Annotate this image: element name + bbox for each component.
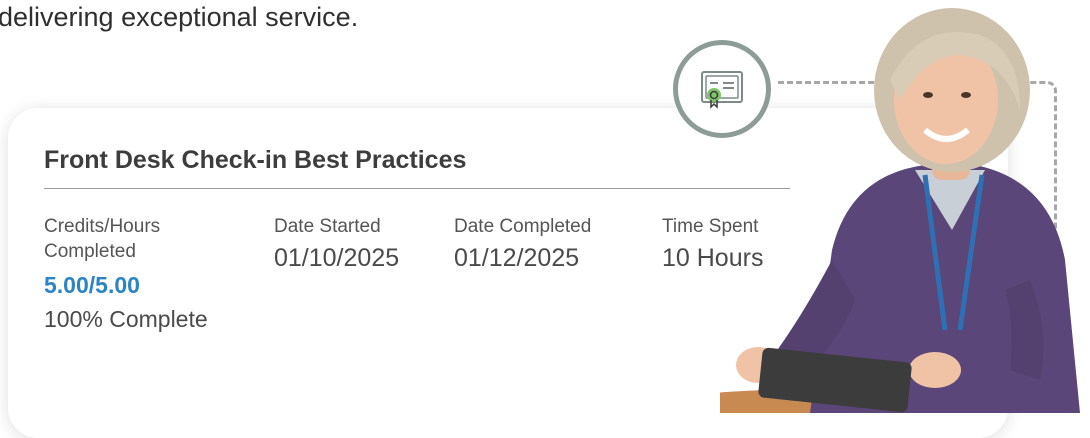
divider	[44, 188, 790, 189]
intro-text: delivering exceptional service.	[0, 2, 359, 32]
date-completed-label: Date Completed	[454, 216, 592, 237]
percent-complete: 100% Complete	[44, 306, 208, 332]
credits-stat: Credits/Hours Completed 5.00/5.00 100% C…	[44, 214, 224, 336]
date-completed-stat: Date Completed 01/12/2025	[454, 214, 591, 275]
date-completed-value: 01/12/2025	[454, 244, 580, 272]
instructor-photo	[720, 0, 1090, 413]
date-started-value: 01/10/2025	[274, 244, 400, 272]
certificate-icon	[701, 71, 743, 109]
date-started-label: Date Started	[274, 216, 381, 237]
date-started-stat: Date Started 01/10/2025	[274, 214, 399, 275]
certificate-badge	[673, 40, 771, 138]
credits-value: 5.00/5.00	[44, 272, 140, 298]
credits-label: Credits/Hours Completed	[44, 216, 161, 262]
course-title: Front Desk Check-in Best Practices	[44, 146, 467, 174]
